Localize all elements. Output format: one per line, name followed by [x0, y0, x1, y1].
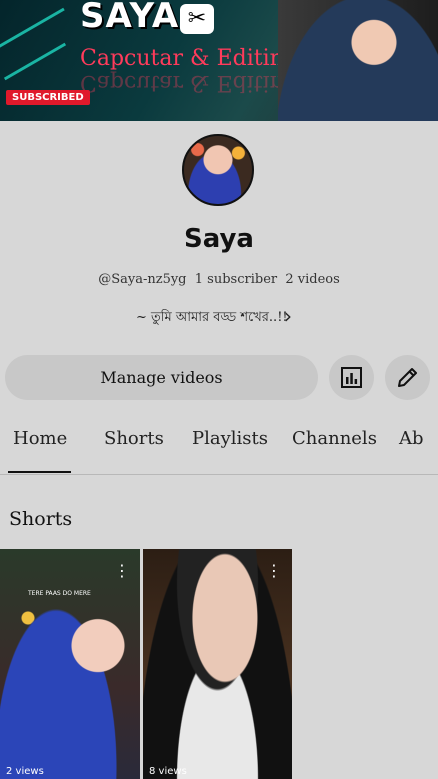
- tab-about[interactable]: Ab: [399, 428, 424, 449]
- edit-button[interactable]: [385, 355, 430, 400]
- video-count: 2 videos: [285, 272, 340, 287]
- tab-shorts[interactable]: Shorts: [104, 428, 164, 449]
- tab-home[interactable]: Home: [13, 428, 67, 449]
- channel-handle: @Saya-nz5yg: [98, 272, 187, 287]
- short-thumbnail[interactable]: TERE PAAS DO MERE ⋮ 2 views: [0, 549, 140, 779]
- banner-title: SAYA: [80, 0, 180, 36]
- manage-videos-button[interactable]: Manage videos: [5, 355, 318, 400]
- short-thumbnail[interactable]: ⋮ 8 views: [143, 549, 292, 779]
- subscribed-badge: SUBSCRIBED: [6, 90, 90, 105]
- channel-tabs: Home Shorts Playlists Channels Ab: [0, 428, 438, 474]
- tab-channels[interactable]: Channels: [292, 428, 377, 449]
- active-tab-indicator: [8, 471, 71, 473]
- more-vert-icon[interactable]: ⋮: [266, 561, 282, 580]
- short-views: 8 views: [149, 766, 187, 777]
- channel-name: Saya: [184, 224, 254, 254]
- chevron-right-icon[interactable]: ›: [284, 304, 292, 328]
- channel-banner: SAYA ✂ Capcutar & Editing Capcutar & Edi…: [0, 0, 438, 121]
- banner-subtitle-reflection: Capcutar & Editing: [80, 70, 298, 95]
- tabs-divider: [0, 474, 438, 475]
- channel-meta: @Saya-nz5yg 1 subscriber 2 videos: [0, 272, 438, 287]
- banner-subtitle: Capcutar & Editing: [80, 46, 298, 71]
- analytics-icon: [341, 367, 362, 388]
- subscriber-count: 1 subscriber: [194, 272, 278, 287]
- capcut-logo-icon: ✂: [180, 4, 214, 34]
- banner-streak: [3, 42, 67, 81]
- banner-photo: [278, 0, 438, 121]
- tab-playlists[interactable]: Playlists: [192, 428, 268, 449]
- channel-avatar[interactable]: [182, 134, 254, 206]
- short-views: 2 views: [6, 766, 44, 777]
- pencil-icon: [398, 368, 417, 387]
- short-caption: TERE PAAS DO MERE: [28, 590, 91, 597]
- more-vert-icon[interactable]: ⋮: [114, 561, 130, 580]
- shorts-section-title: Shorts: [9, 508, 73, 530]
- channel-description[interactable]: ~ তুমি আমার বড্ড শখের..!!: [136, 308, 288, 329]
- analytics-button[interactable]: [329, 355, 374, 400]
